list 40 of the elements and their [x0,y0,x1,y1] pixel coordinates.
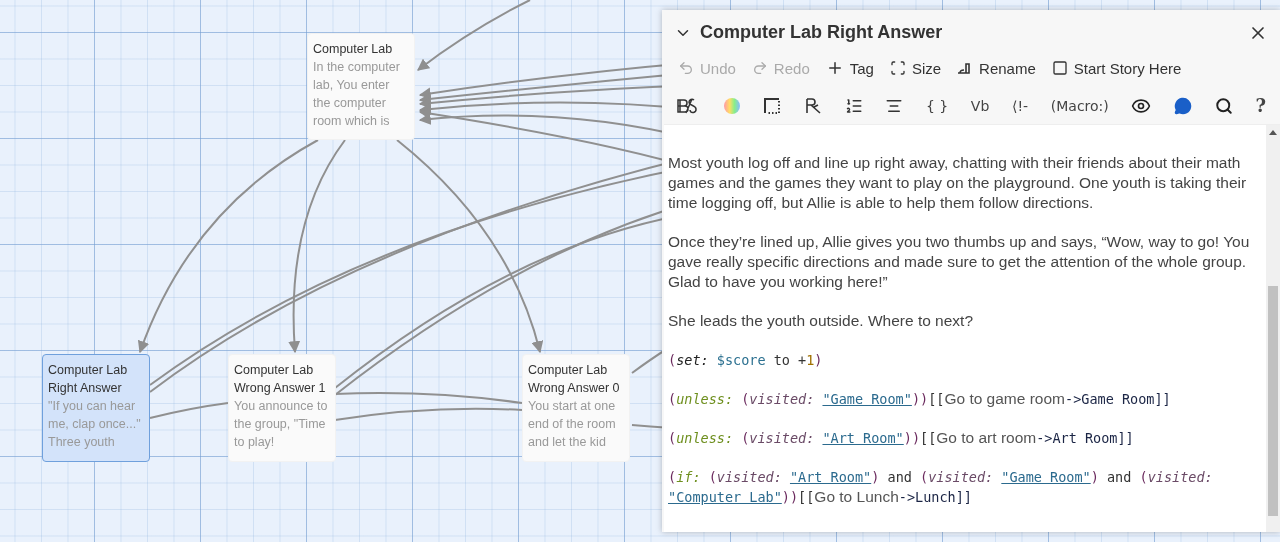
help-button[interactable]: ? [1251,93,1270,118]
dashed-square-icon [889,60,906,76]
format-button[interactable]: { } [921,95,953,116]
passage-card[interactable]: Computer Lab In the computer lab, You enter the computer room which is [307,33,415,140]
editor-title: Computer Lab Right Answer [700,22,944,43]
checkbox-icon [1051,60,1068,76]
passage-title: Computer Lab Right Answer [48,362,129,397]
passage-excerpt: "If you can hear me, clap once..." Three youth [48,398,142,451]
toolbar-button[interactable]: Size [883,55,948,81]
redo-icon [751,60,768,76]
numbered-list-icon[interactable] [844,96,863,115]
passage-card[interactable]: Computer Lab Right Answer "If you can hear me, clap once..." Three youth [42,354,150,462]
passage-card[interactable]: Computer Lab Wrong Answer 0 You start at one end of the room and let the kid [522,354,630,462]
format-button[interactable]: ⟨!- [1008,95,1033,116]
passage-title: Computer Lab Wrong Answer 1 [234,362,327,397]
macro-code-line: (unless: (visited: "Art Room"))[[Go to art room->Art Room]] [668,428,1135,448]
scrollbar-thumb[interactable] [1268,286,1278,516]
passage-paragraph: Most youth log off and line up right away, chatting with their friends about their math games and the games they want to play on the playground. One youth is taking their time logging off, but Allie is able to help them follow directions. [668,153,1248,213]
macro-code-line: (set: $score to +1) [668,351,824,370]
passage-excerpt: You announce to the group, "Time to play! [234,398,329,451]
scroll-up-icon[interactable] [1269,130,1277,135]
format-button[interactable]: Vb [966,95,994,116]
macro-code-line: (if: (visited: "Art Room") and (visited: "Game Room") and (visited: "Computer Lab"))[[Go to Lunch->Lunch]] [668,468,1214,507]
passage-paragraph: Once they’re lined up, Allie gives you two thumbs up and says, “Wow, way to go! You gave really specific directions and made sure to get the attention of the whole group. Glad to have you working here!” [668,232,1251,292]
format-button[interactable]: (Macro:) [1046,95,1113,116]
passage-card[interactable]: Computer Lab Wrong Answer 1 You announce to the group, "Time to play! [228,354,336,462]
toolbar-button[interactable]: Tag [819,55,880,81]
toolbar-button[interactable]: Rename [951,55,1042,81]
passage-paragraph: She leads the youth outside. Where to next? [668,311,975,331]
speech-bubble-icon[interactable] [1174,96,1193,115]
start-story-checkbox[interactable]: Start Story Here [1045,55,1188,81]
passage-excerpt: You start at one end of the room and let the kid [528,398,617,451]
passage-excerpt: In the computer lab, You enter the computer room which is [313,59,401,130]
passage-title: Computer Lab Wrong Answer 0 [528,362,621,397]
undo-icon [678,60,694,76]
passage-title: Computer Lab [313,41,394,58]
macro-code-line: (unless: (visited: "Game Room"))[[Go to game room->Game Room]] [668,389,1172,409]
search-icon[interactable] [1214,96,1233,115]
border-icon[interactable] [763,96,782,115]
color-wheel-icon [722,96,741,115]
